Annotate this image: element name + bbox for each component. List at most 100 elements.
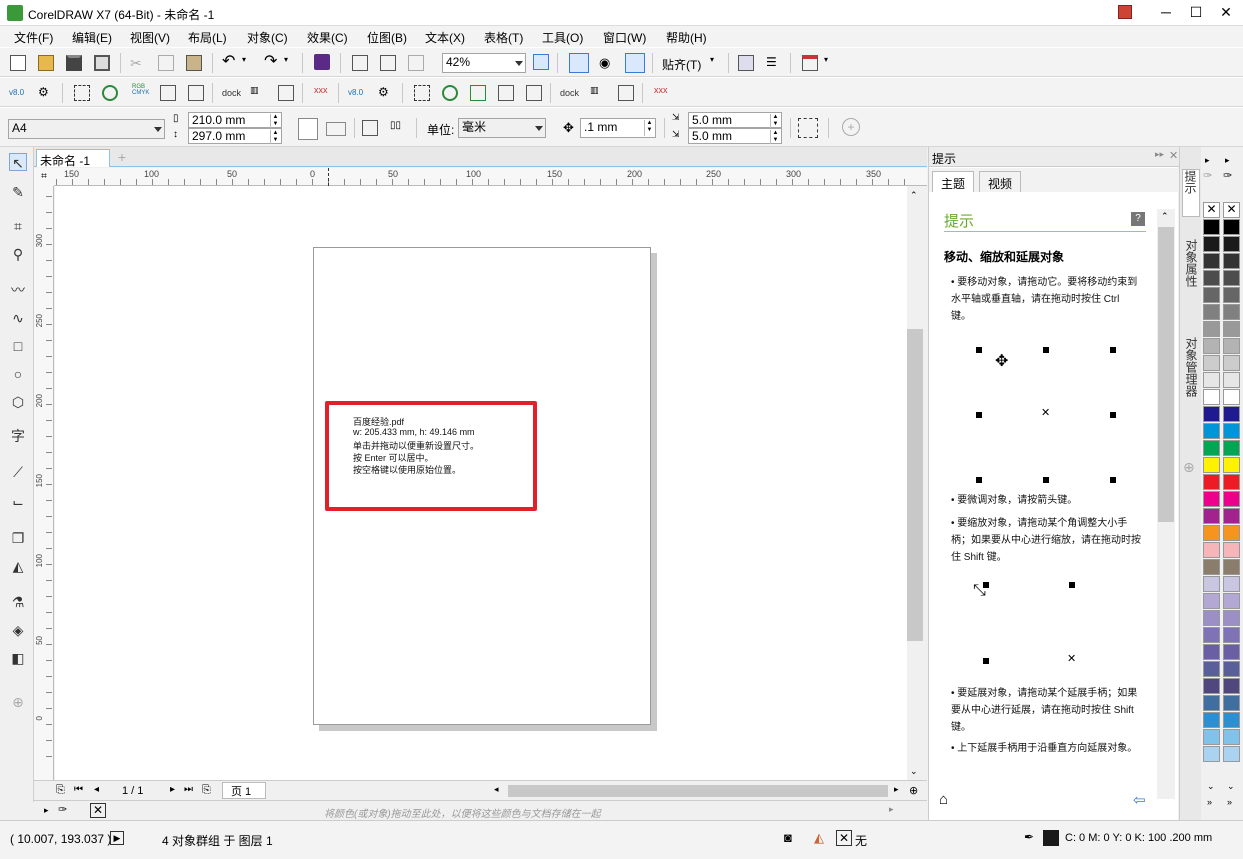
plugin-barcode-icon[interactable]: ▥: [250, 85, 266, 101]
new-tab-icon[interactable]: +: [114, 149, 130, 165]
plugin-layers-icon-2[interactable]: [618, 85, 634, 101]
docker-close-icon[interactable]: ✕: [1169, 149, 1178, 162]
color-swatch[interactable]: [1223, 338, 1240, 354]
redo-dropdown-icon[interactable]: ▾: [284, 55, 300, 71]
color-swatch[interactable]: [1223, 287, 1240, 303]
plugin-crop-icon[interactable]: [74, 85, 90, 101]
nudge-distance-input[interactable]: .1 mm ▲ ▼: [580, 118, 656, 138]
dock-button-2[interactable]: dock: [560, 88, 579, 98]
dock-button[interactable]: dock: [222, 88, 241, 98]
show-rulers-icon[interactable]: [569, 53, 589, 73]
color-swatch[interactable]: [1203, 678, 1220, 694]
parallel-dimension-tool-icon[interactable]: ⟋: [9, 463, 27, 481]
scroll-right-icon[interactable]: ▸: [894, 784, 899, 795]
snap-to-button[interactable]: 贴齐(T): [662, 56, 701, 73]
plugin-bitmap-icon-2[interactable]: [526, 85, 542, 101]
add-page-before-icon[interactable]: ⎘: [56, 784, 65, 797]
color-swatch[interactable]: [1223, 593, 1240, 609]
drop-shadow-tool-icon[interactable]: ❐: [9, 529, 27, 547]
color-swatch[interactable]: [1223, 253, 1240, 269]
color-swatch[interactable]: [1203, 440, 1220, 456]
save-icon[interactable]: [66, 55, 82, 71]
show-grid-icon[interactable]: [625, 53, 645, 73]
minimize-button[interactable]: ─: [1153, 2, 1179, 22]
page-height-input[interactable]: 297.0 mm ▲ ▼: [188, 128, 282, 144]
maximize-button[interactable]: ☐: [1183, 2, 1209, 22]
portrait-button[interactable]: [298, 118, 318, 140]
palette-eyedropper-icon-2[interactable]: ✑: [1223, 169, 1232, 182]
color-swatch[interactable]: [1223, 644, 1240, 660]
color-swatch[interactable]: [1223, 406, 1240, 422]
units-select[interactable]: 毫米: [458, 118, 546, 138]
plugin-layers-icon[interactable]: [278, 85, 294, 101]
color-swatch[interactable]: [1223, 661, 1240, 677]
docker-collapse-icon[interactable]: ▸▸: [1155, 149, 1164, 160]
color-swatch[interactable]: [1203, 712, 1220, 728]
rgb-to-cmyk-icon-2[interactable]: [470, 85, 486, 101]
palette-scroll-right-icon[interactable]: ▸: [889, 804, 894, 815]
rgb-to-cmyk-button[interactable]: RGB CMYK: [132, 84, 149, 96]
color-swatch[interactable]: [1203, 355, 1220, 371]
shape-tool-icon[interactable]: ✎: [9, 183, 27, 201]
docker-home-icon[interactable]: ⌂: [939, 791, 948, 808]
color-proof-icon[interactable]: ◙: [784, 830, 792, 845]
smart-fill-tool-icon[interactable]: ◧: [9, 649, 27, 667]
color-swatch[interactable]: [1203, 576, 1220, 592]
color-swatch[interactable]: [1223, 508, 1240, 524]
color-swatch[interactable]: [1203, 508, 1220, 524]
color-swatch[interactable]: [1223, 389, 1240, 405]
status-expand-icon[interactable]: ▶: [110, 831, 124, 845]
color-swatch[interactable]: [1203, 593, 1220, 609]
quick-customize-tools-icon[interactable]: ⊕: [9, 693, 27, 711]
color-swatch[interactable]: [1203, 253, 1220, 269]
color-swatch[interactable]: [1223, 270, 1240, 286]
next-page-icon[interactable]: ▸: [170, 784, 175, 795]
plugin-tool-icon[interactable]: ⚙: [38, 85, 54, 101]
current-page-icon[interactable]: ▯▯: [390, 120, 406, 136]
welcome-screen-icon[interactable]: [738, 55, 754, 71]
help-icon[interactable]: ?: [1131, 212, 1145, 226]
color-swatch[interactable]: [1203, 491, 1220, 507]
plugin-crop-icon-2[interactable]: [414, 85, 430, 101]
color-swatch[interactable]: [1223, 219, 1240, 235]
scroll-thumb[interactable]: [907, 329, 923, 641]
docker-scrollbar[interactable]: ⌃: [1157, 209, 1175, 799]
menu-tools[interactable]: 工具(O): [542, 29, 583, 46]
color-swatch[interactable]: [1223, 525, 1240, 541]
color-swatch[interactable]: [1203, 236, 1220, 252]
menu-edit[interactable]: 编辑(E): [72, 29, 112, 46]
menu-file[interactable]: 文件(F): [14, 29, 53, 46]
plugin-delete-icon[interactable]: xxx: [314, 85, 330, 101]
application-launcher-icon[interactable]: [802, 55, 818, 71]
redo-icon[interactable]: ↷: [264, 54, 280, 70]
export-icon[interactable]: [380, 55, 396, 71]
palette-expand-icon[interactable]: ▸: [44, 805, 49, 816]
previous-page-icon[interactable]: ◂: [94, 784, 99, 795]
color-swatch[interactable]: [1203, 525, 1220, 541]
menu-effects[interactable]: 效果(C): [307, 29, 348, 46]
color-swatch[interactable]: [1203, 695, 1220, 711]
color-swatch[interactable]: [1223, 236, 1240, 252]
plugin-delete-icon-2[interactable]: xxx: [654, 85, 670, 101]
no-fill-swatch[interactable]: ✕: [1203, 202, 1220, 218]
side-tab-object-properties[interactable]: 对象属性: [1182, 239, 1200, 329]
quick-customize-icon[interactable]: +: [842, 118, 860, 136]
landscape-button[interactable]: [326, 122, 346, 136]
no-color-swatch[interactable]: ✕: [90, 803, 106, 818]
last-page-icon[interactable]: ⏭: [184, 784, 193, 795]
color-swatch[interactable]: [1223, 423, 1240, 439]
color-swatch[interactable]: [1203, 661, 1220, 677]
menu-bitmaps[interactable]: 位图(B): [367, 29, 407, 46]
document-tab[interactable]: 未命名 -1: [36, 149, 110, 168]
color-swatch[interactable]: [1223, 559, 1240, 575]
color-swatch[interactable]: [1203, 389, 1220, 405]
color-swatch[interactable]: [1223, 491, 1240, 507]
color-swatch[interactable]: [1203, 219, 1220, 235]
palette-menu-icon[interactable]: ▸: [1205, 155, 1210, 166]
crop-tool-icon[interactable]: ⌗: [9, 217, 27, 235]
menu-object[interactable]: 对象(C): [247, 29, 288, 46]
ruler-origin-icon[interactable]: ⌗: [34, 168, 54, 186]
copy-icon[interactable]: [158, 55, 174, 71]
duplicate-y-input[interactable]: 5.0 mm ▲ ▼: [688, 128, 782, 144]
color-swatch[interactable]: [1223, 678, 1240, 694]
